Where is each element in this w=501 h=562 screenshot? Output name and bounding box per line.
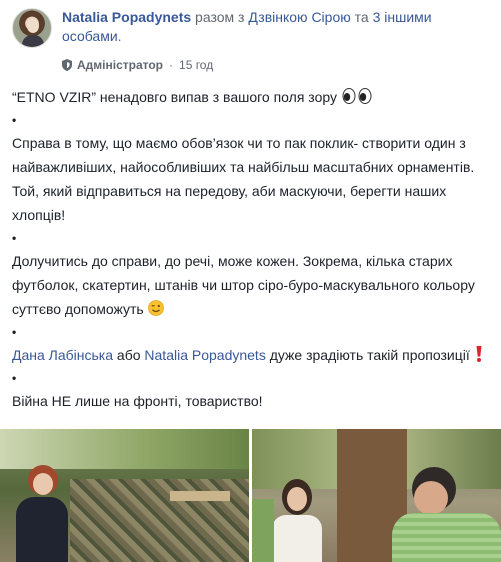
paragraph-3: Долучитись до справи, до речі, може коже… <box>12 249 492 321</box>
photo-right-man-shirt <box>392 513 501 562</box>
author-link[interactable]: Natalia Popadynets <box>62 9 191 25</box>
photo-left[interactable] <box>0 429 249 562</box>
paragraph-1: “ETNO VZIR” ненадовго випав з вашого пол… <box>12 85 492 109</box>
photo-right-girl-face <box>287 487 307 511</box>
paragraph-1-text: “ETNO VZIR” ненадовго випав з вашого пол… <box>12 89 337 105</box>
photo-left-foliage <box>0 429 249 469</box>
bullet-2: • <box>12 231 17 245</box>
red-exclamation-emoji <box>476 346 482 362</box>
paragraph-4: Дана Лабінська або Natalia Popadynets ду… <box>12 343 492 367</box>
paragraph-3-text: Долучитись до справи, до речі, може коже… <box>12 253 475 317</box>
photo-right-left-arm <box>252 499 274 562</box>
facebook-post: Natalia Popadynets разом з Дзвінкою Сіро… <box>0 0 501 562</box>
mention-natalia[interactable]: Natalia Popadynets <box>144 347 265 363</box>
meta-separator: · <box>169 58 174 72</box>
post-meta: Адміністратор · 15 год <box>62 58 213 72</box>
photo-right[interactable] <box>252 429 501 562</box>
photo-left-wood-frame <box>170 491 230 501</box>
header-period: . <box>117 28 122 44</box>
photo-left-person-face <box>33 473 53 495</box>
paragraph-4-or: або <box>116 347 141 363</box>
photo-right-girl-body <box>272 515 322 562</box>
mention-dana[interactable]: Дана Лабінська <box>12 347 113 363</box>
photo-grid <box>0 429 501 562</box>
eyes-emoji <box>342 88 372 104</box>
wink-emoji <box>147 300 164 316</box>
avatar-face <box>27 19 39 33</box>
bullet-4: • <box>12 371 17 385</box>
bullet-1: • <box>12 113 17 127</box>
photo-right-man-face <box>414 481 448 515</box>
post-body: “ETNO VZIR” ненадовго випав з вашого пол… <box>12 85 492 413</box>
post-timestamp[interactable]: 15 год <box>179 58 213 72</box>
bullet-3: • <box>12 325 17 339</box>
author-avatar[interactable] <box>12 8 52 48</box>
with-prefix: разом з <box>195 9 245 25</box>
role-label: Адміністратор <box>77 58 164 72</box>
and-word: та <box>354 9 369 25</box>
post-header: Natalia Popadynets разом з Дзвінкою Сіро… <box>62 8 492 46</box>
admin-shield-icon <box>62 59 72 71</box>
photo-left-person-body <box>16 497 68 562</box>
tagged-person-link[interactable]: Дзвінкою Сірою <box>248 9 350 25</box>
avatar-body <box>22 35 44 47</box>
paragraph-5: Війна НЕ лише на фронті, товариство! <box>12 393 263 409</box>
paragraph-2: Справа в тому, що маємо обов’язок чи то … <box>12 135 475 223</box>
paragraph-4-rest: дуже зрадіють такій пропозиції <box>269 347 470 363</box>
